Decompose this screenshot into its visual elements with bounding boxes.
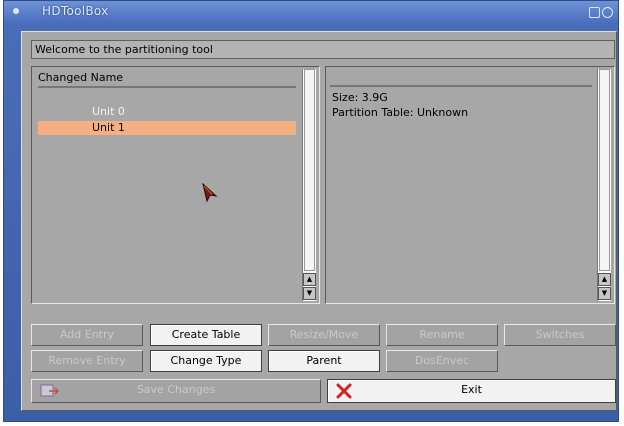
resize-move-button[interactable]: Resize/Move <box>268 324 380 346</box>
scroll-down-icon[interactable]: ▼ <box>303 287 316 300</box>
title-bar[interactable]: HDToolBox <box>4 1 618 23</box>
save-changes-icon <box>40 384 60 397</box>
info-scrollbar[interactable]: ▲ ▼ <box>597 69 611 301</box>
info-panel: Size: 3.9G Partition Table: Unknown ▲ ▼ <box>325 66 615 304</box>
partition-table-label: Partition Table: Unknown <box>332 106 469 119</box>
dosenvec-button[interactable]: DosEnvec <box>386 350 498 372</box>
scroll-up-icon[interactable]: ▲ <box>598 273 611 286</box>
welcome-message: Welcome to the partitioning tool <box>31 40 615 59</box>
change-type-button[interactable]: Change Type <box>150 350 262 372</box>
info-area: Size: 3.9G Partition Table: Unknown <box>328 69 594 301</box>
unit-list-panel: Changed Name Unit 0 Unit 1 ▲ ▼ <box>31 66 320 304</box>
rename-button[interactable]: Rename <box>386 324 498 346</box>
add-entry-button[interactable]: Add Entry <box>31 324 143 346</box>
unit-list-scrollbar[interactable]: ▲ ▼ <box>302 69 316 301</box>
red-x-icon <box>336 383 352 399</box>
window-close-dot-icon[interactable] <box>13 8 19 14</box>
window-zoom-icon[interactable] <box>602 7 613 18</box>
list-header: Changed Name <box>38 71 124 84</box>
scrollbar-track[interactable] <box>304 69 315 271</box>
exit-label: Exit <box>461 383 482 396</box>
scroll-up-icon[interactable]: ▲ <box>303 273 316 286</box>
unit-list[interactable]: Changed Name Unit 0 Unit 1 <box>34 69 300 301</box>
switches-button[interactable]: Switches <box>504 324 616 346</box>
window-title: HDToolBox <box>42 4 109 18</box>
mouse-pointer-icon <box>202 183 218 203</box>
window-depth-icon[interactable] <box>589 7 600 18</box>
hdtoolbox-window: HDToolBox Welcome to the partitioning to… <box>3 0 619 422</box>
save-changes-button[interactable]: Save Changes <box>31 379 321 403</box>
save-changes-label: Save Changes <box>136 383 216 396</box>
info-divider <box>330 85 592 87</box>
window-client-area: Welcome to the partitioning tool Changed… <box>21 31 617 411</box>
list-item-unit-0[interactable]: Unit 0 <box>38 105 296 119</box>
exit-button[interactable]: Exit <box>327 379 616 403</box>
size-label: Size: 3.9G <box>332 91 388 104</box>
remove-entry-button[interactable]: Remove Entry <box>31 350 143 372</box>
scroll-down-icon[interactable]: ▼ <box>598 287 611 300</box>
list-item-unit-1[interactable]: Unit 1 <box>38 121 296 135</box>
scrollbar-track[interactable] <box>599 69 610 271</box>
list-header-divider <box>38 86 296 88</box>
create-table-button[interactable]: Create Table <box>150 324 262 346</box>
parent-button[interactable]: Parent <box>268 350 380 372</box>
